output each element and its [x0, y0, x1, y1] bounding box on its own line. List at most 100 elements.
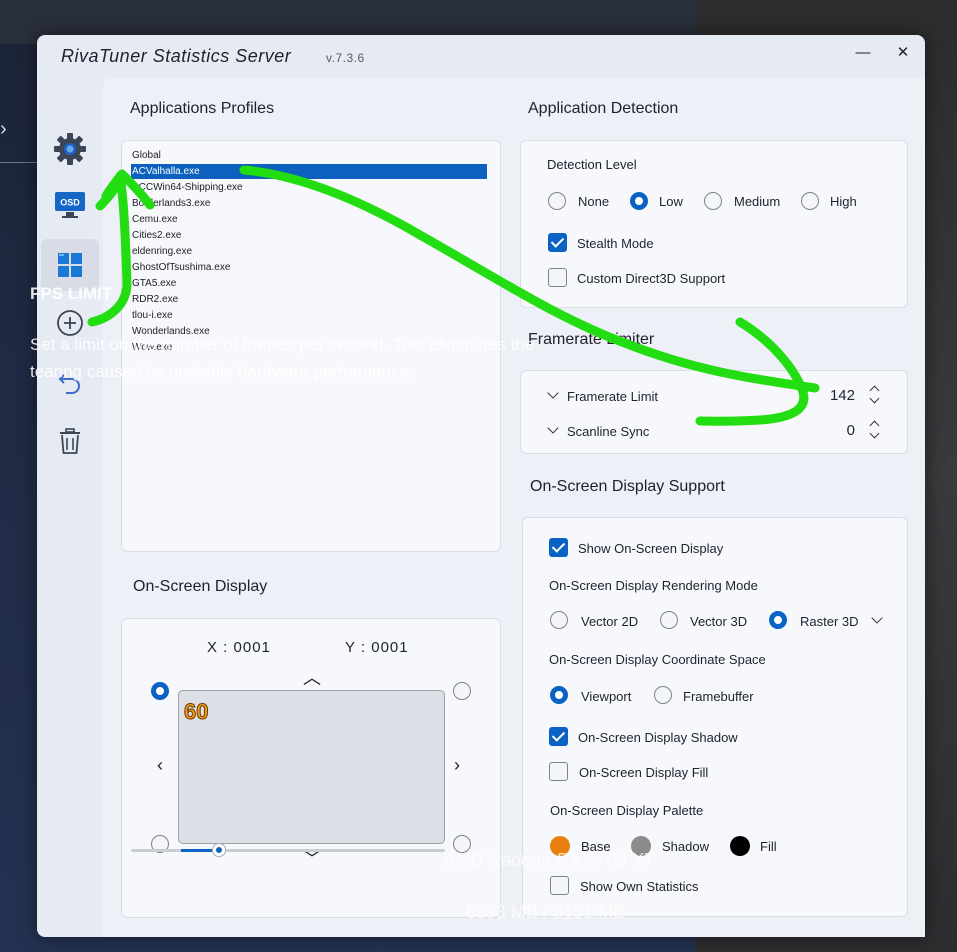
osd-zoom-slider-thumb[interactable] — [211, 843, 226, 857]
palette-base-swatch[interactable] — [550, 836, 570, 856]
osd-preview-area[interactable]: 60 — [178, 690, 445, 844]
framebuffer-label: Framebuffer — [683, 689, 754, 704]
framerate-card: Framerate Limit 142 Scanline Sync 0 — [520, 370, 908, 454]
delete-button[interactable] — [41, 415, 99, 467]
radio-none[interactable] — [548, 192, 566, 210]
radio-none-label: None — [578, 194, 610, 209]
osd-zoom-slider-track[interactable] — [131, 849, 445, 852]
coord-space-label: On-Screen Display Coordinate Space — [549, 652, 766, 667]
palette-shadow-swatch[interactable] — [631, 836, 651, 856]
osd-support-title: On-Screen Display Support — [530, 478, 725, 495]
osd-anchor-bottom-right[interactable] — [453, 835, 471, 853]
profile-item[interactable]: Global — [131, 148, 487, 163]
vector-2d-label: Vector 2D — [581, 614, 639, 629]
radio-high[interactable] — [801, 192, 819, 210]
framerate-stepper-icon[interactable] — [869, 384, 881, 406]
title-bar: RivaTuner Statistics Server v.7.3.6 — ✕ — [37, 35, 925, 79]
radio-raster-3d[interactable] — [769, 611, 787, 629]
detection-level-label: Detection Level — [547, 157, 637, 172]
settings-gear-icon — [54, 133, 86, 165]
framerate-title: Framerate Limiter — [528, 331, 655, 348]
radio-high-label: High — [830, 194, 857, 209]
radio-vector-3d[interactable] — [660, 611, 678, 629]
radio-framebuffer[interactable] — [654, 686, 672, 704]
profile-item[interactable]: GhostOfTsushima.exe — [131, 260, 487, 275]
profile-item[interactable]: GTA5.exe — [131, 276, 487, 291]
osd-move-right-icon[interactable]: › — [454, 755, 460, 776]
osd-y-coordinate: Y : 0001 — [345, 639, 409, 656]
profile-item[interactable]: Borderlands3.exe — [131, 196, 487, 211]
detection-card: Detection Level None Low Medium High Ste… — [520, 140, 908, 308]
framerate-expand-icon[interactable] — [547, 387, 559, 399]
osd-button[interactable]: OSD — [41, 179, 99, 231]
rtss-window: RivaTuner Statistics Server v.7.3.6 — ✕ — [37, 35, 925, 937]
osd-support-card: Show On-Screen Display On-Screen Display… — [522, 517, 908, 917]
stealth-mode-label: Stealth Mode — [577, 236, 654, 251]
osd-icon-label: OSD — [60, 198, 80, 208]
osd-move-up-icon[interactable]: ︿ — [303, 664, 321, 690]
palette-base-label: Base — [581, 839, 611, 854]
palette-fill-swatch[interactable] — [730, 836, 750, 856]
scanline-expand-icon[interactable] — [547, 422, 559, 434]
framerate-limit-value[interactable]: 142 — [827, 387, 855, 404]
profile-item-selected[interactable]: ACValhalla.exe — [131, 164, 487, 179]
stealth-mode-checkbox[interactable] — [548, 233, 567, 252]
profile-item[interactable]: Wow.exe — [131, 340, 487, 355]
add-icon — [57, 310, 83, 336]
scanline-stepper-icon[interactable] — [869, 419, 881, 441]
viewport-label: Viewport — [581, 689, 632, 704]
profile-item[interactable]: RDR2.exe — [131, 292, 487, 307]
close-button[interactable]: ✕ — [891, 41, 915, 65]
osd-anchor-top-left[interactable] — [151, 682, 169, 700]
framerate-limit-label: Framerate Limit — [567, 389, 659, 404]
profile-item[interactable]: eldenring.exe — [131, 244, 487, 259]
show-own-stats-label: Show Own Statistics — [580, 879, 699, 894]
profile-item[interactable]: Cities2.exe — [131, 228, 487, 243]
radio-viewport[interactable] — [550, 686, 568, 704]
show-own-stats-checkbox[interactable] — [550, 876, 569, 895]
profile-item[interactable]: Wonderlands.exe — [131, 324, 487, 339]
custom-d3d-checkbox[interactable] — [548, 268, 567, 287]
trash-icon — [60, 428, 80, 454]
detection-title: Application Detection — [528, 100, 679, 117]
minimize-button[interactable]: — — [851, 41, 875, 65]
osd-zoom-slider-fill — [181, 849, 212, 852]
profile-item[interactable]: ACCWin64-Shipping.exe — [131, 180, 487, 195]
osd-panel-title: On-Screen Display — [133, 578, 268, 595]
radio-medium-label: Medium — [734, 194, 781, 209]
background-chevron-icon: › — [0, 118, 7, 140]
app-version: v.7.3.6 — [326, 51, 365, 65]
profiles-title: Applications Profiles — [130, 100, 275, 117]
raster-3d-dropdown-icon[interactable] — [871, 612, 883, 624]
scanline-sync-value[interactable]: 0 — [827, 422, 855, 439]
osd-fill-checkbox[interactable] — [549, 762, 568, 781]
palette-shadow-label: Shadow — [662, 839, 709, 854]
undo-icon — [58, 374, 80, 394]
profiles-button[interactable] — [41, 239, 99, 291]
osd-fill-label: On-Screen Display Fill — [579, 765, 709, 780]
app-title: RivaTuner Statistics Server — [61, 46, 292, 66]
osd-x-coordinate: X : 0001 — [207, 639, 271, 656]
undo-button[interactable] — [41, 357, 99, 409]
windows-profiles-icon — [58, 253, 82, 277]
show-osd-label: Show On-Screen Display — [578, 541, 724, 556]
show-osd-checkbox[interactable] — [549, 538, 568, 557]
osd-anchor-top-right[interactable] — [453, 682, 471, 700]
radio-low[interactable] — [630, 192, 648, 210]
settings-button[interactable] — [41, 123, 99, 175]
add-profile-button[interactable] — [41, 297, 99, 349]
radio-low-label: Low — [659, 194, 683, 209]
background-divider — [0, 162, 38, 163]
osd-move-left-icon[interactable]: ‹ — [157, 755, 163, 776]
palette-label: On-Screen Display Palette — [550, 803, 704, 818]
profile-item[interactable]: tlou-i.exe — [131, 308, 487, 323]
osd-shadow-checkbox[interactable] — [549, 727, 568, 746]
profiles-list[interactable]: Global ACValhalla.exe ACCWin64-Shipping.ex… — [121, 140, 501, 552]
palette-fill-label: Fill — [760, 839, 777, 854]
raster-3d-label: Raster 3D — [800, 614, 859, 629]
profile-item[interactable]: Cemu.exe — [131, 212, 487, 227]
scanline-sync-label: Scanline Sync — [567, 424, 650, 439]
rendering-mode-label: On-Screen Display Rendering Mode — [549, 578, 758, 593]
radio-vector-2d[interactable] — [550, 611, 568, 629]
radio-medium[interactable] — [704, 192, 722, 210]
